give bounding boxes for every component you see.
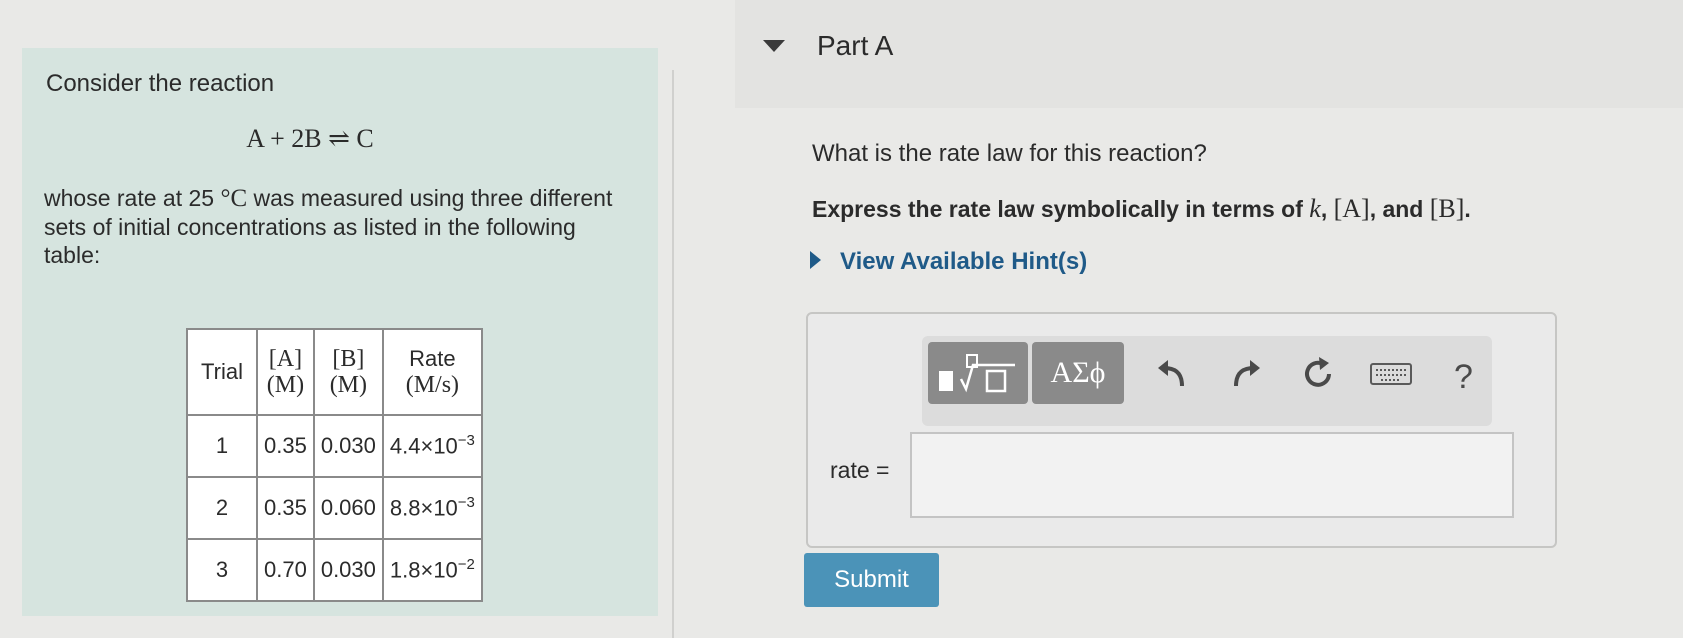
cell-rate: 4.4×10−3 — [381, 414, 483, 478]
templates-button[interactable] — [928, 342, 1028, 404]
cell-b: 0.030 — [312, 538, 384, 602]
problem-description: whose rate at 25 °C was measured using t… — [44, 184, 634, 269]
cell-a: 0.35 — [256, 414, 315, 478]
cell-rate: 1.8×10−2 — [381, 538, 483, 602]
header-a: [A] (M) — [256, 328, 315, 416]
table-row: 2 0.35 0.060 8.8×10−3 — [186, 476, 483, 540]
cell-b: 0.060 — [312, 476, 384, 540]
undo-icon[interactable] — [1152, 354, 1192, 394]
hint-expand-icon[interactable] — [810, 251, 821, 269]
reaction-equation: A + 2B ⇌ C — [246, 124, 374, 153]
instruction-text: Express the rate law symbolically in ter… — [812, 194, 1471, 223]
view-hints-link[interactable]: View Available Hint(s) — [840, 248, 1087, 276]
reset-icon[interactable] — [1298, 354, 1338, 394]
submit-button[interactable]: Submit — [804, 553, 939, 607]
cell-a: 0.35 — [256, 476, 315, 540]
table-row: 1 0.35 0.030 4.4×10−3 — [186, 414, 483, 478]
keyboard-icon[interactable] — [1368, 354, 1414, 394]
rate-data-table: Trial [A] (M) [B] (M) Rate (M/s) 1 0.35 — [186, 328, 483, 602]
cell-trial: 1 — [186, 414, 258, 478]
problem-panel: Consider the reaction A + 2B ⇌ C whose r… — [22, 48, 658, 616]
redo-icon[interactable] — [1226, 354, 1266, 394]
table-row: 3 0.70 0.030 1.8×10−2 — [186, 538, 483, 602]
header-rate: Rate (M/s) — [381, 328, 483, 416]
cell-b: 0.030 — [312, 414, 384, 478]
question-text: What is the rate law for this reaction? — [812, 140, 1207, 167]
cell-trial: 3 — [186, 538, 258, 602]
problem-intro: Consider the reaction — [46, 70, 275, 97]
templates-icon — [939, 354, 1015, 393]
greek-symbols-button[interactable]: ΑΣϕ — [1032, 342, 1124, 404]
rate-input[interactable] — [910, 432, 1514, 518]
table-header-row: Trial [A] (M) [B] (M) Rate (M/s) — [186, 328, 483, 416]
header-trial: Trial — [186, 328, 258, 416]
collapse-toggle-icon[interactable] — [763, 40, 785, 52]
help-icon[interactable]: ? — [1454, 358, 1473, 397]
part-title: Part A — [817, 30, 894, 61]
panel-divider — [672, 70, 674, 638]
header-b: [B] (M) — [312, 328, 384, 416]
desc-unit: °C — [220, 185, 248, 212]
cell-trial: 2 — [186, 476, 258, 540]
cell-rate: 8.8×10−3 — [381, 476, 483, 540]
desc-before: whose rate at 25 — [44, 185, 215, 211]
cell-a: 0.70 — [256, 538, 315, 602]
rate-label: rate = — [830, 457, 890, 483]
